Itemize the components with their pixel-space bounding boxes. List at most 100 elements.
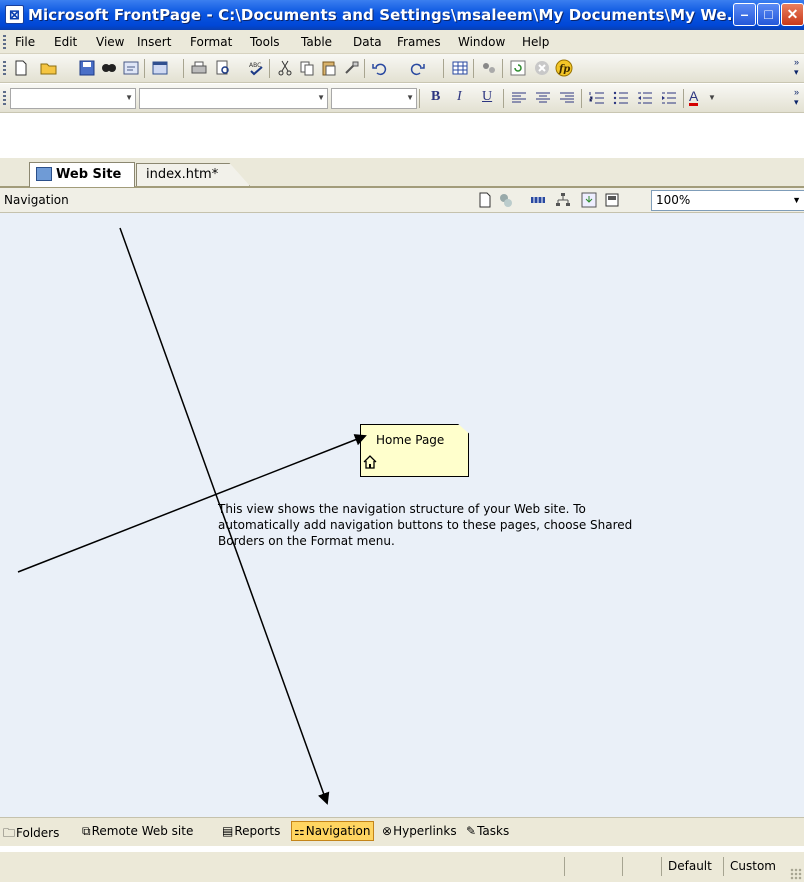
frontpage-window: ⊠ Microsoft FrontPage - C:\Documents and… — [0, 0, 804, 882]
view-tasks[interactable]: ✎Tasks — [466, 824, 509, 838]
italic-button[interactable]: I — [457, 89, 462, 105]
increase-indent-icon[interactable] — [660, 89, 678, 107]
bullets-icon[interactable] — [612, 89, 630, 107]
refresh-icon[interactable] — [509, 59, 527, 77]
view-folders[interactable]: 🗀Folders — [3, 824, 59, 845]
font-color-button[interactable]: A — [689, 89, 699, 106]
redo-icon[interactable] — [408, 59, 426, 77]
align-center-icon[interactable] — [534, 89, 552, 107]
chevron-down-icon[interactable]: ▼ — [708, 93, 716, 102]
chevron-down-icon: ▼ — [317, 93, 325, 102]
toolbar-separator — [581, 89, 582, 108]
portrait-landscape-icon[interactable] — [604, 192, 620, 208]
toolbar-separator — [683, 89, 684, 108]
menu-table[interactable]: Table — [301, 35, 332, 49]
menu-window[interactable]: Window — [458, 35, 505, 49]
toolbar-separator — [364, 59, 365, 78]
publish-icon[interactable] — [122, 59, 140, 77]
view-reports[interactable]: ▤Reports — [222, 824, 280, 838]
view-header-bar: Navigation 100% ▼ — [0, 188, 804, 213]
align-left-icon[interactable] — [510, 89, 528, 107]
status-cell — [622, 857, 664, 876]
decrease-indent-icon[interactable] — [636, 89, 654, 107]
view-remote-web-site[interactable]: ⧉Remote Web site — [82, 824, 193, 839]
menu-file[interactable]: File — [15, 35, 35, 49]
menu-bar: File Edit View Insert Format Tools Table… — [0, 30, 804, 54]
hyperlinks-icon: ⊗ — [382, 824, 393, 838]
toolbar-overflow-icon[interactable]: » ▾ — [794, 87, 804, 109]
stop-icon[interactable] — [533, 59, 551, 77]
menu-insert[interactable]: Insert — [137, 35, 171, 49]
menu-data[interactable]: Data — [353, 35, 382, 49]
numbering-icon[interactable] — [588, 89, 606, 107]
style-dropdown[interactable]: ▼ — [10, 88, 136, 109]
cut-icon[interactable] — [276, 59, 294, 77]
new-page-icon[interactable] — [477, 192, 493, 208]
toolbar-separator — [269, 59, 270, 78]
menu-view[interactable]: View — [96, 35, 124, 49]
format-painter-icon[interactable] — [342, 59, 360, 77]
paste-icon[interactable] — [320, 59, 338, 77]
remote-web-icon: ⧉ — [82, 824, 91, 838]
underline-button[interactable]: U — [482, 89, 492, 105]
view-navigation[interactable]: ⚏Navigation — [291, 821, 374, 841]
menu-frames[interactable]: Frames — [397, 35, 441, 49]
reports-icon: ▤ — [222, 824, 234, 838]
bold-button[interactable]: B — [431, 89, 440, 105]
web-component-icon[interactable] — [151, 59, 169, 77]
layers-icon[interactable] — [480, 59, 498, 77]
navigation-icon: ⚏ — [294, 824, 305, 838]
status-default[interactable]: Default — [661, 857, 723, 876]
view-subtree-icon[interactable] — [581, 192, 597, 208]
home-page-node[interactable] — [360, 424, 469, 477]
toolbar-separator — [144, 59, 145, 78]
zoom-value: 100% — [656, 193, 691, 207]
link-bar-icon[interactable] — [530, 192, 546, 208]
help-icon[interactable]: fp — [555, 59, 573, 77]
add-existing-page-icon[interactable] — [498, 192, 514, 208]
font-size-dropdown[interactable]: ▼ — [331, 88, 417, 109]
toolbar-overflow-icon[interactable]: » ▾ — [794, 57, 804, 79]
tab-web-site[interactable]: Web Site — [29, 162, 135, 187]
folder-icon: 🗀 — [3, 826, 16, 840]
menu-edit[interactable]: Edit — [54, 35, 77, 49]
spelling-icon[interactable]: ABC — [247, 59, 265, 77]
view-hyperlinks[interactable]: ⊗Hyperlinks — [382, 824, 457, 838]
close-button[interactable]: ✕ — [781, 3, 804, 26]
table-icon[interactable] — [451, 59, 469, 77]
menu-format[interactable]: Format — [190, 35, 232, 49]
tab-label: index.htm* — [146, 167, 219, 182]
view-label: Tasks — [477, 824, 510, 838]
menu-tools[interactable]: Tools — [250, 35, 280, 49]
print-icon[interactable] — [190, 59, 208, 77]
frontpage-app-icon[interactable]: ⊠ — [5, 5, 24, 24]
status-custom[interactable]: Custom — [723, 857, 782, 876]
new-page-icon[interactable] — [12, 59, 30, 77]
view-label: Reports — [234, 824, 281, 838]
minimize-button[interactable]: – — [733, 3, 756, 26]
toolbar-grip[interactable] — [3, 61, 6, 75]
print-preview-icon[interactable] — [214, 59, 232, 77]
zoom-dropdown[interactable]: 100% ▼ — [651, 190, 804, 211]
resize-grip[interactable] — [790, 868, 802, 880]
undo-icon[interactable] — [371, 59, 389, 77]
view-label: Folders — [16, 826, 60, 840]
view-label: Hyperlinks — [393, 824, 457, 838]
save-icon[interactable] — [78, 59, 96, 77]
align-right-icon[interactable] — [558, 89, 576, 107]
toolbar-separator — [443, 59, 444, 78]
tab-label: Web Site — [56, 167, 122, 182]
tasks-icon: ✎ — [466, 824, 477, 838]
menu-help[interactable]: Help — [522, 35, 549, 49]
site-structure-icon[interactable] — [555, 192, 571, 208]
toolbar-grip[interactable] — [3, 91, 6, 105]
maximize-button[interactable]: □ — [757, 3, 780, 26]
title-bar[interactable]: ⊠ Microsoft FrontPage - C:\Documents and… — [0, 0, 804, 30]
web-site-icon — [36, 167, 52, 181]
font-dropdown[interactable]: ▼ — [139, 88, 328, 109]
open-icon[interactable] — [40, 59, 58, 77]
search-icon[interactable] — [100, 59, 118, 77]
copy-icon[interactable] — [298, 59, 316, 77]
home-page-label: Home Page — [376, 433, 445, 447]
menu-grip[interactable] — [3, 35, 6, 49]
